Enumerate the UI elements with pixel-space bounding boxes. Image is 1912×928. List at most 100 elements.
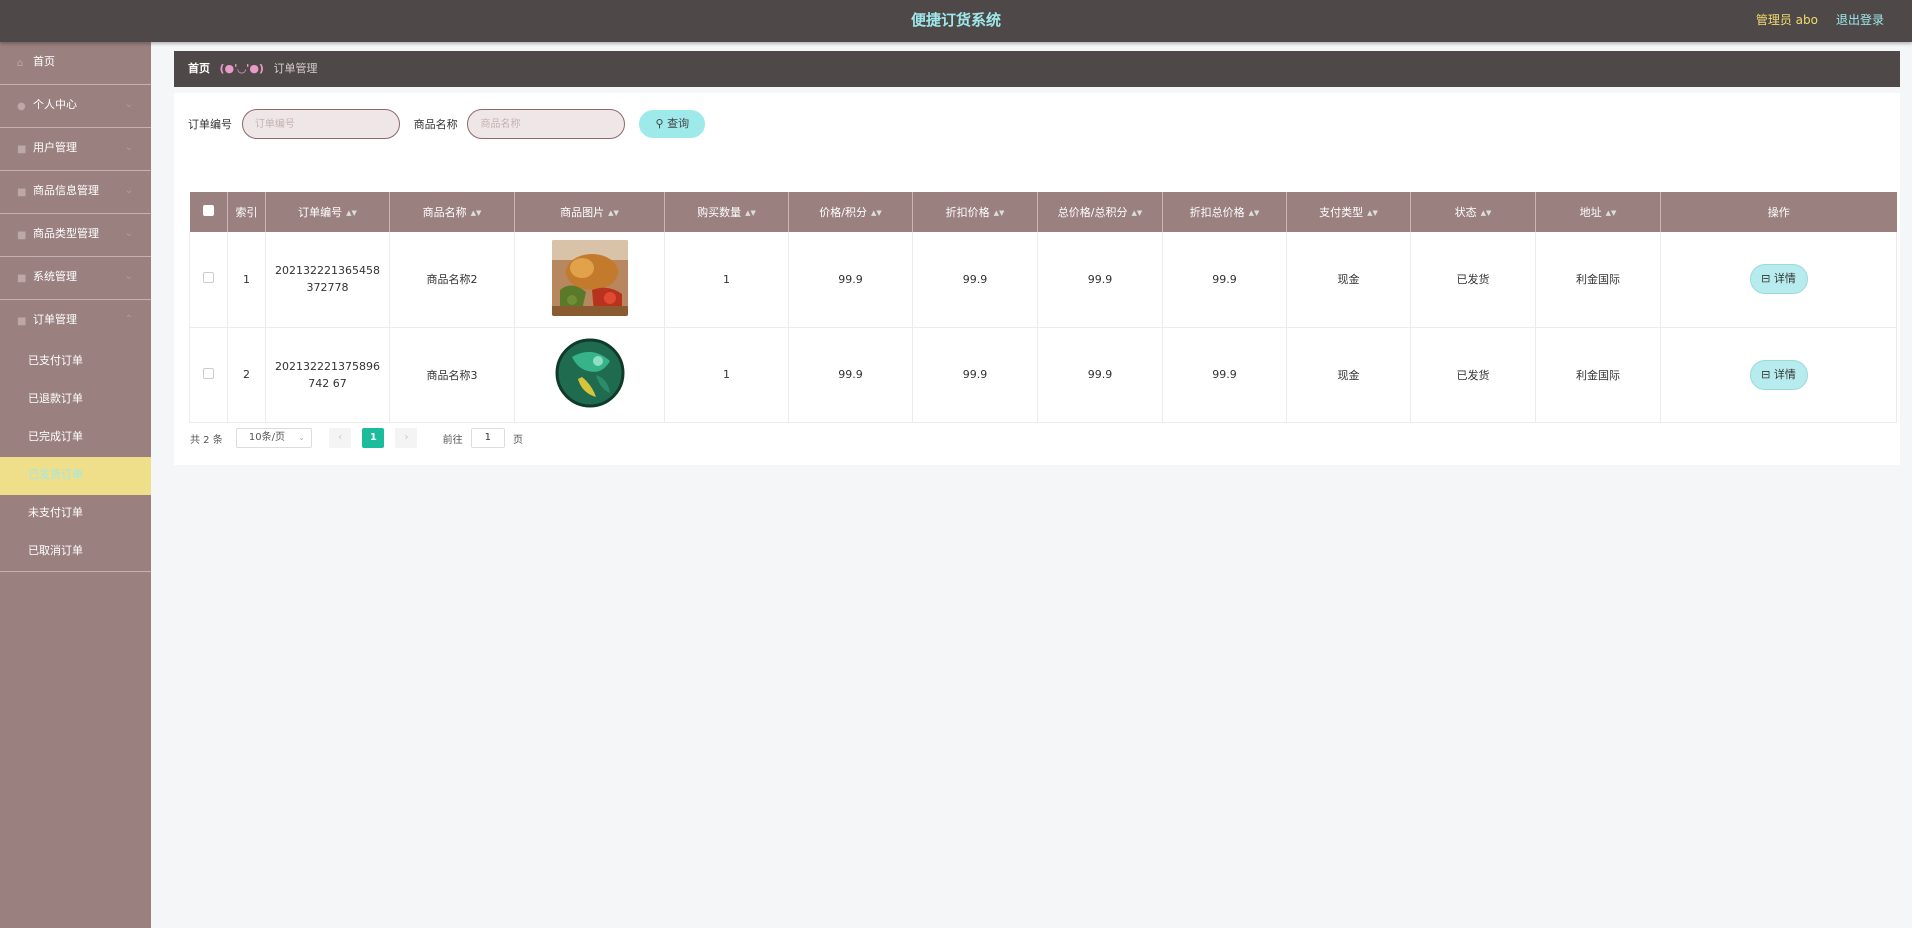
order-no-text: 202132221375896742 67 (275, 359, 380, 390)
sort-icon[interactable]: ▲▼ (471, 209, 482, 217)
sort-icon[interactable]: ▲▼ (608, 209, 619, 217)
column-header[interactable]: 折扣总价格 ▲▼ (1162, 192, 1287, 232)
page-number-button[interactable]: 1 (362, 428, 385, 448)
sort-icon[interactable]: ▲▼ (1606, 209, 1617, 217)
sort-icon[interactable]: ▲▼ (1481, 209, 1492, 217)
cell-qty: 1 (664, 327, 789, 423)
order-no-text: 202132221365458372778 (275, 264, 380, 295)
chevron-down-icon: ⌄ (124, 142, 133, 153)
column-header[interactable]: 状态 ▲▼ (1410, 192, 1536, 232)
product-name-input[interactable] (467, 109, 626, 139)
column-header[interactable]: 商品名称 ▲▼ (389, 192, 515, 232)
sidebar-item-orders[interactable]: ■ 订单管理 ⌃ (0, 300, 151, 343)
sidebar-subitem-unpaid[interactable]: 未支付订单 (0, 495, 151, 533)
pagination: 共 2 条 10条/页 ⌄ ‹ 1 › 前往 1 页 (190, 428, 523, 448)
column-header[interactable]: 地址 ▲▼ (1535, 192, 1661, 232)
sidebar-item-label: 商品信息管理 (33, 184, 99, 197)
column-header[interactable]: 购买数量 ▲▼ (664, 192, 789, 232)
sidebar-subitem-cancelled[interactable]: 已取消订单 (0, 533, 151, 571)
sidebar-divider (0, 571, 151, 572)
row-checkbox[interactable] (203, 272, 214, 284)
sidebar-item-category[interactable]: ■ 商品类型管理 ⌄ (0, 214, 151, 257)
column-label: 状态 (1454, 206, 1477, 219)
detail-button-label: 详情 (1773, 367, 1796, 381)
sidebar-subitem-shipped[interactable]: 已发货订单 (0, 457, 151, 495)
sidebar-subitem-refunded[interactable]: 已退款订单 (0, 381, 151, 419)
sidebar-item-label: 系统管理 (33, 270, 77, 283)
next-page-button[interactable]: › (395, 428, 418, 448)
home-icon: ⌂ (17, 58, 24, 69)
cell-price: 99.9 (788, 327, 913, 423)
page-size-value: 10条/页 (248, 432, 286, 443)
column-label: 价格/积分 (819, 206, 867, 219)
column-header[interactable]: 折扣价格 ▲▼ (912, 192, 1038, 232)
cell-pay-type: 现金 (1286, 232, 1411, 328)
sidebar-item-goods[interactable]: ■ 商品信息管理 ⌄ (0, 171, 151, 214)
column-header: 索引 (227, 192, 266, 232)
sidebar-item-home[interactable]: ⌂ 首页 (0, 42, 151, 85)
column-label: 折扣总价格 (1189, 206, 1245, 219)
detail-button[interactable]: ⊟ 详情 (1749, 359, 1808, 390)
product-name-label: 商品名称 (413, 118, 458, 131)
table-row: 1 202132221365458372778 商品名称2 1 99.9 99.… (189, 232, 1897, 328)
cell-total: 99.9 (1037, 327, 1163, 423)
sidebar-item-system[interactable]: ■ 系统管理 ⌄ (0, 257, 151, 300)
search-button[interactable]: ⚲ 查询 (639, 110, 706, 138)
product-image[interactable] (551, 239, 628, 316)
row-checkbox[interactable] (203, 367, 214, 379)
column-header: 操作 (1660, 192, 1897, 232)
column-label: 地址 (1579, 206, 1602, 219)
column-label: 总价格/总积分 (1057, 206, 1128, 219)
column-header[interactable]: 支付类型 ▲▼ (1286, 192, 1411, 232)
column-label: 操作 (1767, 206, 1790, 219)
goto-label: 前往 (442, 434, 463, 446)
cell-qty: 1 (664, 232, 789, 328)
sort-icon[interactable]: ▲▼ (1367, 209, 1378, 217)
detail-button[interactable]: ⊟ 详情 (1749, 264, 1808, 295)
sort-icon[interactable]: ▲▼ (1249, 209, 1260, 217)
sort-icon[interactable]: ▲▼ (994, 209, 1005, 217)
app-title: 便捷订货系统 (910, 11, 1001, 29)
column-header[interactable]: 商品图片 ▲▼ (514, 192, 665, 232)
search-icon: ⚲ (655, 117, 664, 130)
sort-icon[interactable]: ▲▼ (346, 209, 357, 217)
product-image[interactable] (551, 335, 628, 411)
column-header[interactable]: 订单编号 ▲▼ (265, 192, 390, 232)
chevron-up-icon: ⌃ (124, 314, 133, 325)
sort-icon[interactable]: ▲▼ (1131, 209, 1142, 217)
column-label: 购买数量 (697, 206, 742, 219)
sidebar-item-profile[interactable]: ● 个人中心 ⌄ (0, 85, 151, 128)
breadcrumb-home[interactable]: 首页 (188, 62, 210, 75)
sidebar-item-label: 商品类型管理 (33, 227, 99, 240)
column-header[interactable]: 总价格/总积分 ▲▼ (1037, 192, 1163, 232)
select-all-cell (189, 192, 228, 232)
goto-page-input[interactable]: 1 (470, 428, 505, 448)
breadcrumb: 首页 (●'◡'●) 订单管理 (174, 51, 1900, 87)
chevron-down-icon: ⌄ (124, 271, 133, 282)
sort-icon[interactable]: ▲▼ (745, 209, 756, 217)
sidebar-subitem-completed[interactable]: 已完成订单 (0, 419, 151, 457)
page-suffix: 页 (513, 434, 524, 446)
cell-address: 利金国际 (1535, 232, 1661, 328)
cell-index: 1 (227, 232, 266, 328)
select-all-checkbox[interactable] (202, 205, 214, 216)
category-icon: ■ (17, 230, 27, 241)
cell-total: 99.9 (1037, 232, 1163, 328)
logout-link[interactable]: 退出登录 (1836, 0, 1884, 40)
column-header[interactable]: 价格/积分 ▲▼ (788, 192, 913, 232)
chevron-down-icon: ⌄ (124, 185, 133, 196)
column-label: 索引 (235, 206, 258, 219)
order-no-input[interactable] (241, 109, 400, 139)
sidebar-subitem-paid[interactable]: 已支付订单 (0, 343, 151, 381)
cell-pay-type: 现金 (1286, 327, 1411, 423)
sidebar-item-users[interactable]: ■ 用户管理 ⌄ (0, 128, 151, 171)
row-select-cell (189, 232, 228, 328)
pagination-total: 共 2 条 (190, 434, 223, 446)
main-content: 首页 (●'◡'●) 订单管理 订单编号 商品名称 ⚲ 查询 (174, 51, 1900, 465)
search-bar: 订单编号 商品名称 ⚲ 查询 (188, 109, 706, 139)
search-button-label: 查询 (667, 117, 690, 130)
cell-discount-total: 99.9 (1162, 327, 1287, 423)
page-size-select[interactable]: 10条/页 ⌄ (235, 428, 312, 448)
sort-icon[interactable]: ▲▼ (871, 209, 882, 217)
prev-page-button[interactable]: ‹ (329, 428, 352, 448)
